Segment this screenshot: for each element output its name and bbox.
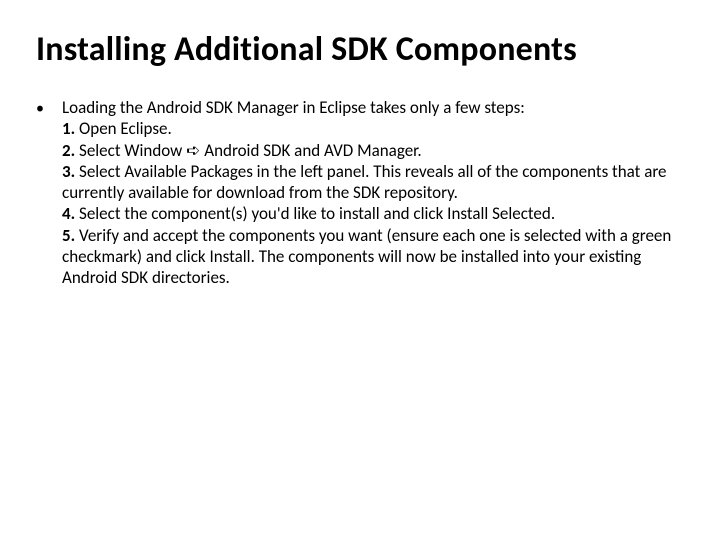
step-1-text: Open Eclipse. (75, 118, 172, 139)
step-5-number: 5. (62, 225, 75, 246)
step-4: 4. Select the component(s) you'd like to… (62, 203, 684, 224)
body-text: • Loading the Android SDK Manager in Ecl… (36, 97, 684, 288)
step-3-number: 3. (62, 161, 75, 182)
step-3: 3. Select Available Packages in the left… (62, 161, 684, 204)
step-4-text: Select the component(s) you'd like to in… (75, 203, 555, 224)
bullet-content: Loading the Android SDK Manager in Eclip… (62, 97, 684, 288)
step-4-number: 4. (62, 203, 75, 224)
bullet-icon: • (36, 97, 62, 120)
step-1: 1. Open Eclipse. (62, 118, 684, 139)
bullet-item: • Loading the Android SDK Manager in Ecl… (36, 97, 684, 288)
step-3-text: Select Available Packages in the left pa… (62, 161, 667, 203)
slide-title: Installing Additional SDK Components (36, 30, 684, 69)
step-2: 2. Select Window ➪ Android SDK and AVD M… (62, 140, 684, 161)
intro-line: Loading the Android SDK Manager in Eclip… (62, 97, 525, 118)
step-2-text: Select Window ➪ Android SDK and AVD Mana… (75, 140, 421, 161)
step-5-text: Verify and accept the components you wan… (62, 225, 671, 289)
step-5: 5. Verify and accept the components you … (62, 225, 684, 289)
step-1-number: 1. (62, 118, 75, 139)
step-2-number: 2. (62, 140, 75, 161)
slide: Installing Additional SDK Components • L… (0, 0, 720, 540)
